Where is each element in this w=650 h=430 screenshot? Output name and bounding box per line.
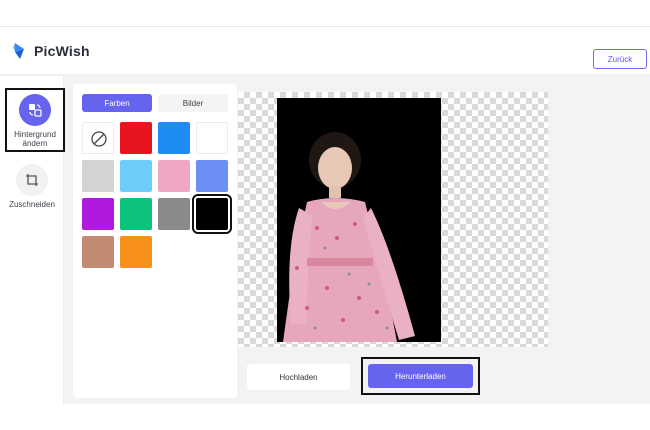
swatch-black[interactable] <box>192 194 232 234</box>
brand-logo[interactable]: PicWish <box>12 41 90 61</box>
background-panel: Farben Bilder <box>73 84 237 398</box>
upload-button[interactable]: Hochladen <box>247 364 350 390</box>
swatch-pink[interactable] <box>158 160 190 192</box>
no-color-icon <box>90 130 108 153</box>
swatch-brown[interactable] <box>82 236 114 268</box>
swatch-periwinkle[interactable] <box>196 160 228 192</box>
swatch-none[interactable] <box>82 122 114 154</box>
tool-background-change[interactable]: Hintergrund ändern <box>5 88 65 152</box>
tool-label: Hintergrund ändern <box>14 130 56 148</box>
background-change-icon <box>19 94 51 126</box>
swatch-orange[interactable] <box>120 236 152 268</box>
crop-icon <box>16 164 48 196</box>
swatch-gray[interactable] <box>158 198 190 230</box>
panel-tabs: Farben Bilder <box>82 94 228 112</box>
tab-images[interactable]: Bilder <box>158 94 228 112</box>
picwish-logo-icon <box>12 41 28 61</box>
tool-label: Zuschneiden <box>9 200 55 209</box>
tool-crop[interactable]: Zuschneiden <box>0 164 64 209</box>
back-button[interactable]: Zurück <box>593 49 647 69</box>
swatch-green[interactable] <box>120 198 152 230</box>
person-photo-illustration <box>283 132 415 342</box>
swatch-blue[interactable] <box>158 122 190 154</box>
tool-sidebar: Hintergrund ändern Zuschneiden <box>0 76 65 405</box>
download-button-highlight: Herunterladen <box>361 357 480 395</box>
swatch-light-gray[interactable] <box>82 160 114 192</box>
header: PicWish Zurück <box>0 27 650 75</box>
brand-name: PicWish <box>34 43 90 59</box>
swatch-red[interactable] <box>120 122 152 154</box>
swatch-sky-blue[interactable] <box>120 160 152 192</box>
download-button[interactable]: Herunterladen <box>368 364 473 388</box>
swatch-white[interactable] <box>196 122 228 154</box>
preview-photo <box>277 98 441 342</box>
swatch-purple[interactable] <box>82 198 114 230</box>
tab-colors[interactable]: Farben <box>82 94 152 112</box>
